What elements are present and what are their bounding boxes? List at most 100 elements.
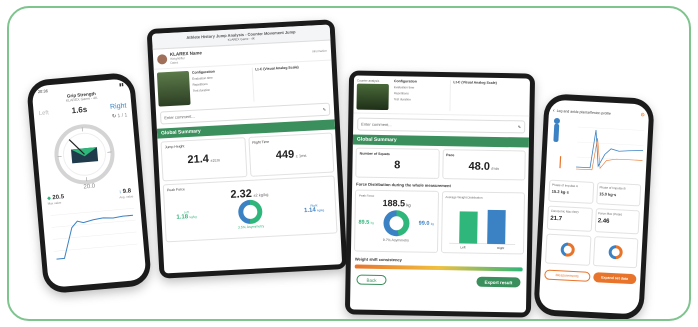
tablet-jump-screen: Athlete History Jump Analysis - Counter … (151, 24, 343, 274)
comment-input[interactable]: Enter comment... (361, 122, 392, 128)
athlete-photo (356, 83, 389, 111)
flight-time-card: Flight Time 449 ± 1ms (247, 132, 335, 177)
back-icon[interactable]: ‹ (553, 108, 555, 114)
side-label: Information (311, 48, 328, 53)
phase-label: Phase of Impulse B (599, 185, 626, 191)
avg-label: Average Weight Distribution (445, 195, 483, 200)
athlete-photo (156, 70, 191, 107)
jump-height-value: 21.4 (187, 153, 210, 167)
squats-label: Number of Squats (359, 151, 390, 157)
pace-label: Pace (446, 153, 455, 158)
metric-card: Concentric Max RFD 21.7 (546, 205, 593, 232)
right-bar (486, 209, 506, 245)
stat1-label: Max value (47, 200, 62, 206)
config-item: Test duration (393, 97, 411, 102)
athlete-label: Counter analysis (356, 78, 380, 83)
phone-plantarflexion: ‹ Leg and ankle plantarflexion profile ⚙… (533, 93, 655, 319)
flight-time-value: 449 (275, 148, 295, 162)
body-silhouette-icon (553, 123, 560, 142)
flight-time-label: Flight Time (252, 139, 270, 145)
phone-grip-screen: 20:36 ▮▮ Grip Strength KLAREX Game - 4K … (31, 78, 147, 288)
pace-unit: /min (491, 165, 499, 172)
right-value: 1.14 (303, 207, 316, 215)
donut-card (592, 236, 639, 269)
phase-label: Phase of Impulse A (552, 182, 579, 189)
left-bar (458, 211, 478, 244)
donut-card (544, 233, 591, 266)
metric-label: Force Max (Peak) (598, 211, 623, 217)
athlete-date: Dates (170, 60, 179, 65)
asymmetry-donut (237, 199, 263, 225)
squats-card: Number of Squats 8 (355, 147, 440, 179)
expand-button[interactable]: Expand set data (592, 272, 637, 285)
tablet-squat-screen: Counter analysis Configuration Evaluatio… (349, 75, 531, 313)
plantar-chart (553, 117, 645, 171)
phone-plantar-screen: ‹ Leg and ankle plantarflexion profile ⚙… (538, 99, 650, 315)
plantar-series-line (576, 129, 644, 169)
status-time: 20:36 (37, 88, 49, 95)
scale-label: Lt-C (Visual Analog Scale) (453, 80, 497, 85)
comment-input[interactable]: Enter comment... (164, 114, 195, 121)
right-unit: kg (430, 221, 435, 226)
mini-donut (608, 244, 623, 260)
back-button[interactable]: Back (356, 274, 387, 286)
showcase-frame: 20:36 ▮▮ Grip Strength KLAREX Game - 4K … (7, 6, 691, 321)
metric-value: 21.7 (550, 215, 563, 223)
distribution-donut (383, 210, 410, 237)
flight-time-unit: ± 1ms (295, 152, 307, 159)
force-series-line (56, 214, 134, 260)
metric-value: 2.46 (597, 218, 610, 225)
phase-value: 15.2 kg·s (551, 188, 569, 195)
squats-value: 8 (394, 159, 401, 172)
metric-label: Concentric Max RFD (550, 208, 579, 215)
avatar (156, 53, 168, 65)
pencil-icon[interactable]: ✎ (518, 124, 521, 129)
bar-right-label: Right (497, 246, 505, 251)
tablet-jump-analysis: Athlete History Jump Analysis - Counter … (146, 19, 348, 279)
scale-label: Lt-C (Visual Analog Scale) (255, 65, 299, 72)
asymmetry-text: 9.7% Asymmetry (382, 238, 410, 243)
timer-value: 1.6s (71, 104, 88, 116)
peak-force-card: Peak Force 2.32 ±2 kg/kg Left 1.18 kg/kg (162, 175, 338, 243)
right-value: 99.0 (418, 220, 430, 227)
phase-card: Phase of Impulse B 15.0 kg·s (595, 182, 642, 207)
phase-value: 15.0 kg·s (599, 191, 617, 198)
peak-value: 188.5 (382, 197, 406, 209)
peak-force-unit: ±2 kg/kg (253, 191, 269, 198)
jump-height-unit: ±2cm (210, 157, 221, 163)
pace-value: 48.0 (468, 160, 491, 173)
pencil-icon[interactable]: ✎ (323, 107, 327, 112)
rep-count: 1 / 1 (117, 112, 128, 120)
left-value: 1.18 (176, 214, 189, 221)
peak-force-card: Peak Force 188.5 kg 89.5 kg 99.0 kg 9.7%… (353, 189, 439, 253)
header-subtitle: KLAREX Game - 4K (227, 36, 255, 42)
reload-icon: ↻ (111, 113, 117, 120)
pace-card: Pace 48.0 /min (441, 149, 526, 181)
export-button[interactable]: Export result (476, 276, 521, 288)
metric-card: Force Max (Peak) 2.46 (594, 208, 640, 235)
jump-height-card: Jump Height 21.4 ±2cm (160, 137, 247, 182)
avg-distribution-card: Average Weight Distribution Left Right (440, 191, 526, 255)
config-label: Configuration (393, 79, 417, 84)
left-unit: kg (370, 220, 374, 225)
config-item: Evaluation time (393, 85, 415, 90)
settings-icon[interactable]: ⚙ (640, 112, 645, 118)
stat2-label: Avg. value (119, 194, 134, 200)
left-value: 89.5 (358, 219, 370, 226)
config-item: Repetitions (393, 91, 409, 96)
tablet-squat-analysis: Counter analysis Configuration Evaluatio… (344, 70, 536, 318)
measurements-button[interactable]: Measurements (544, 269, 591, 282)
right-unit: kg/kg (317, 208, 325, 213)
right-label[interactable]: Right (110, 102, 127, 110)
bar-left-label: Left (460, 245, 466, 250)
peak-unit: kg (406, 202, 411, 208)
arrow-up-icon (559, 156, 562, 169)
left-unit: kg/kg (189, 214, 197, 220)
distribution-bar-chart (448, 209, 515, 245)
battery-icon: ▮▮ (118, 81, 124, 87)
jump-height-label: Jump Height (164, 144, 185, 150)
mini-donut (560, 242, 576, 258)
phase-card: Phase of Impulse A 15.2 kg·s (548, 179, 594, 204)
left-label[interactable]: Left (39, 110, 50, 117)
force-line-chart (50, 207, 138, 260)
